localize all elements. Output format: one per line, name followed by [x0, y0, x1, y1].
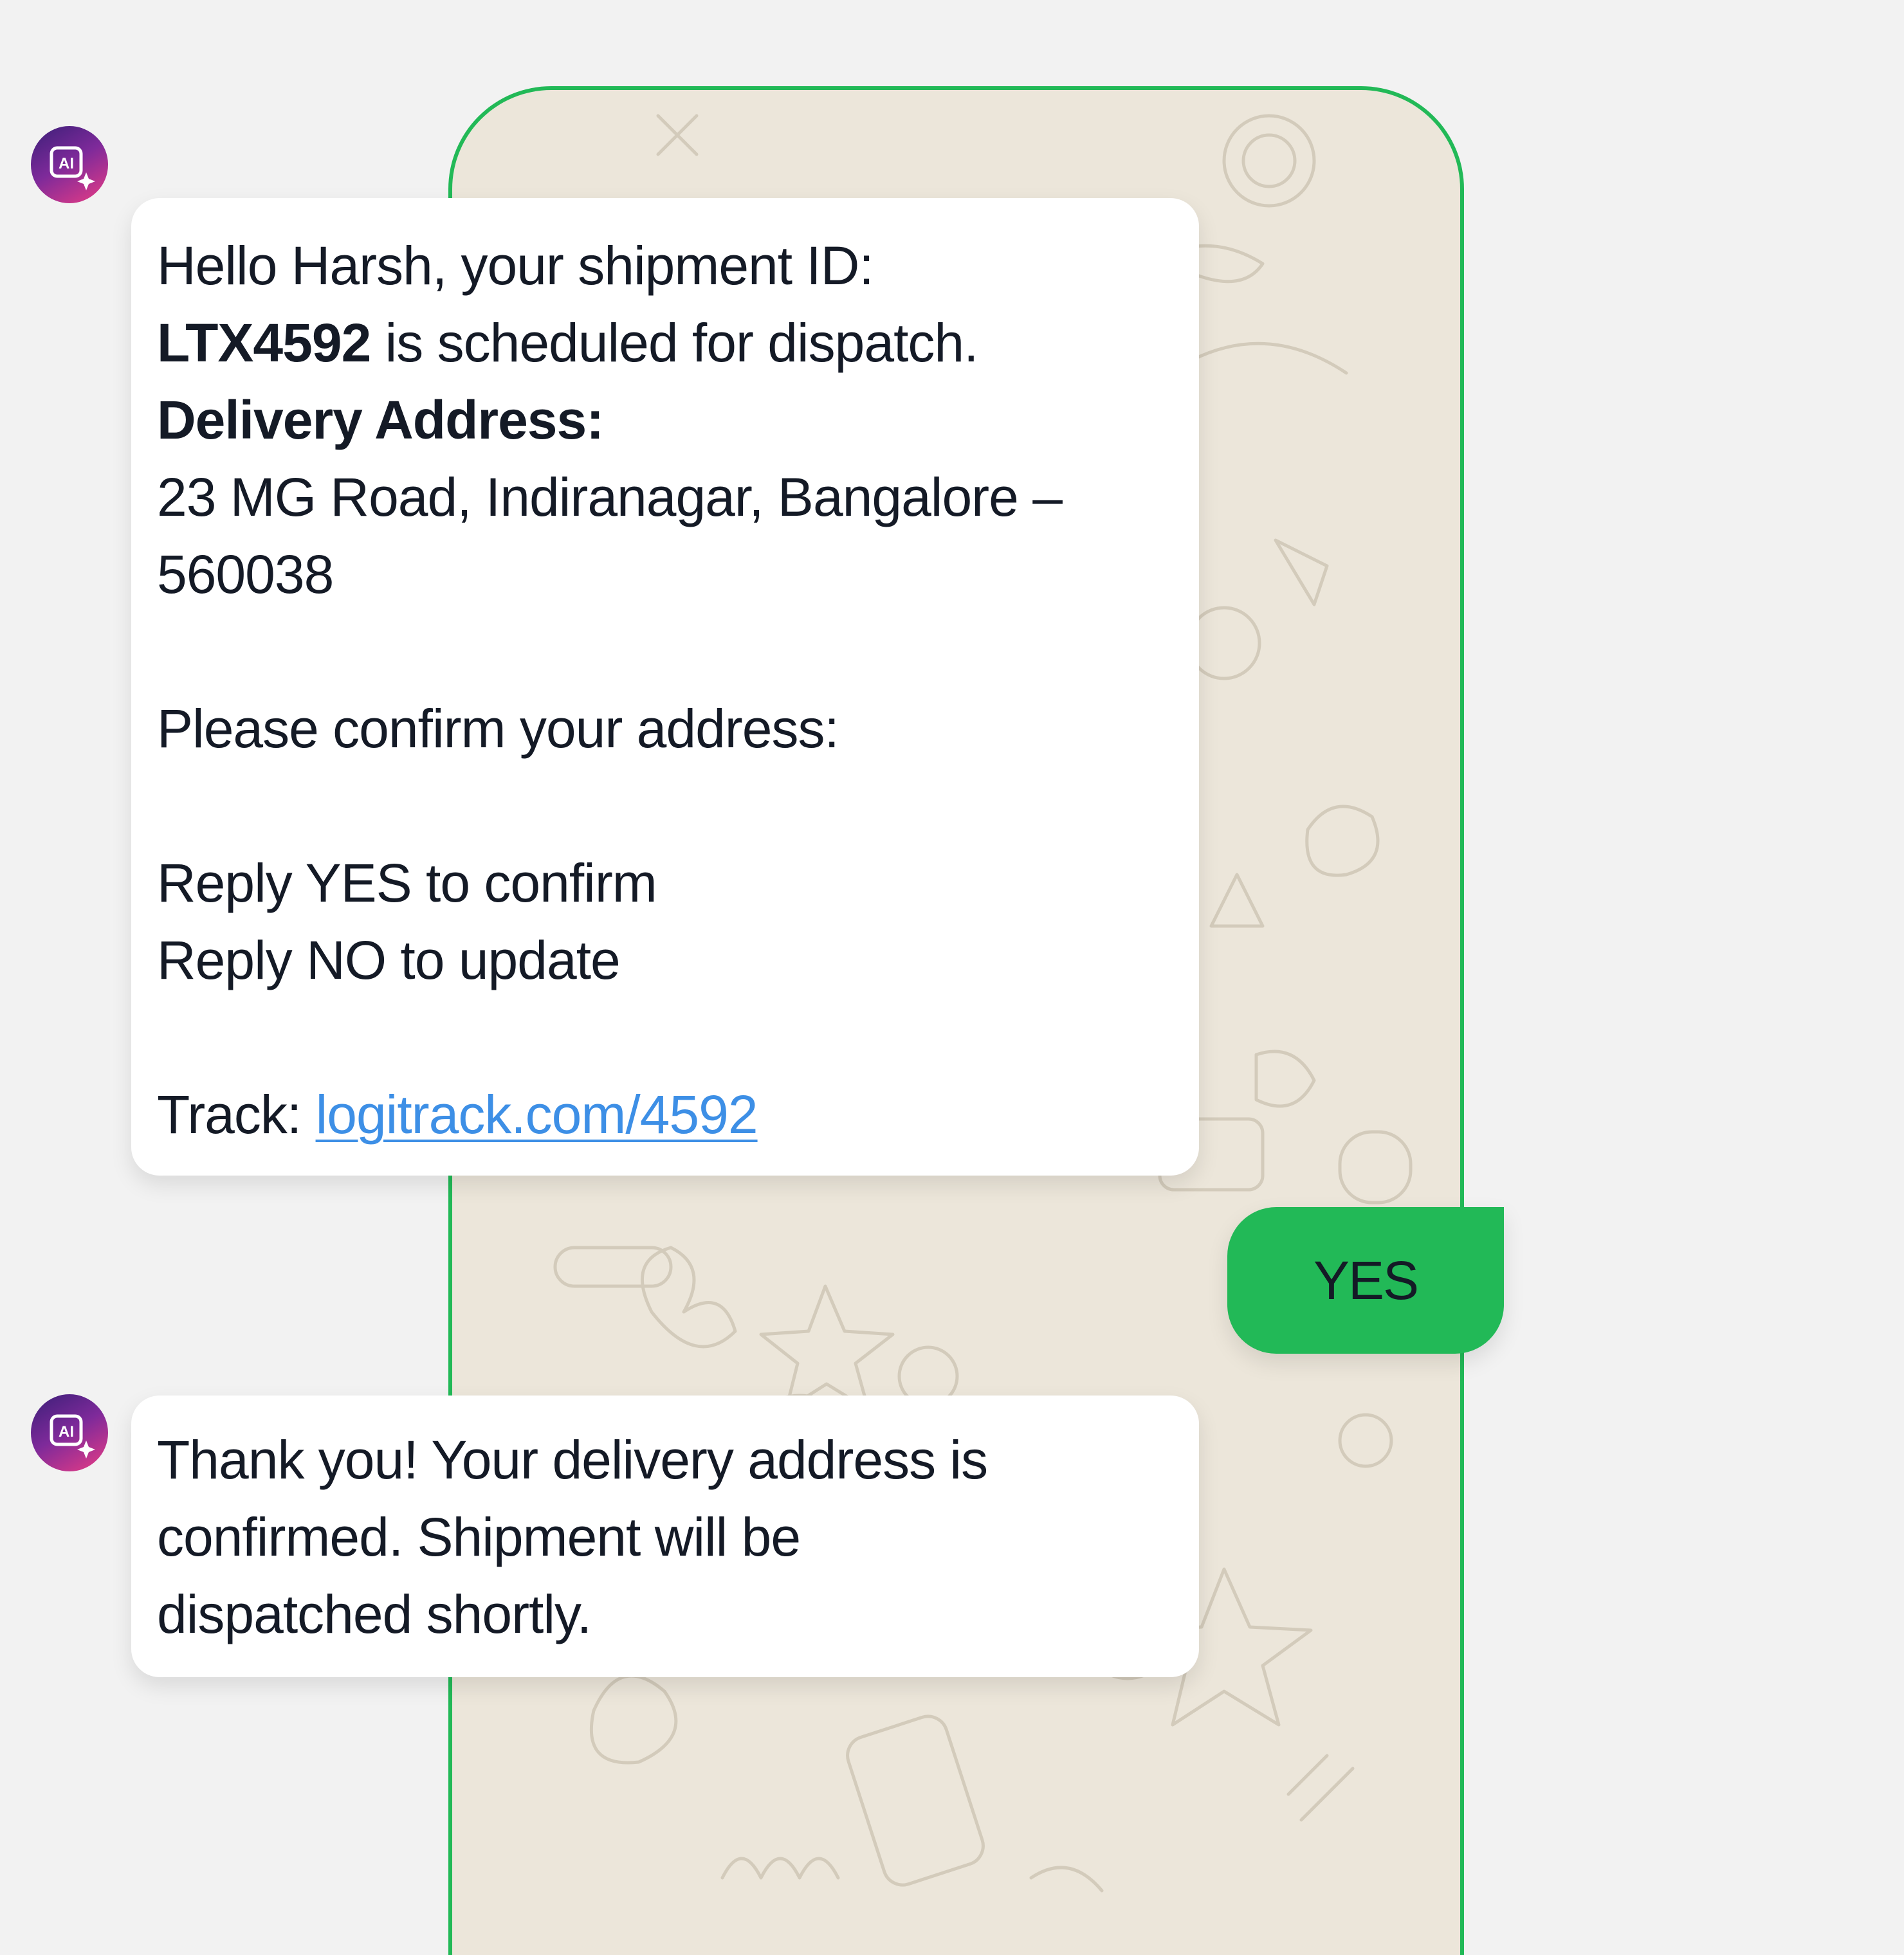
address-line: 23 MG Road, Indiranagar, Bangalore –	[157, 467, 1063, 527]
track-line: Track: logitrack.com/4592	[157, 1084, 758, 1145]
reply-no-instruction: Reply NO to update	[157, 930, 621, 990]
user-reply-bubble: YES	[1227, 1207, 1504, 1354]
bot-message-shipment: Hello Harsh, your shipment ID: LTX4592 i…	[131, 198, 1199, 1176]
message-line: Hello Harsh, your shipment ID:	[157, 235, 874, 296]
svg-text:AI: AI	[59, 1423, 74, 1441]
svg-text:AI: AI	[59, 155, 74, 172]
user-reply-text: YES	[1313, 1250, 1419, 1311]
tracking-link[interactable]: logitrack.com/4592	[316, 1084, 758, 1145]
ai-sparkle-icon: AI	[50, 146, 95, 190]
message-line: LTX4592 is scheduled for dispatch.	[157, 313, 979, 373]
address-heading: Delivery Address:	[157, 390, 604, 450]
message-line: Thank you! Your delivery address is	[157, 1430, 988, 1490]
confirm-prompt: Please confirm your address:	[157, 698, 839, 759]
bot-avatar: AI	[31, 1394, 108, 1471]
reply-yes-instruction: Reply YES to confirm	[157, 853, 657, 913]
ai-sparkle-icon: AI	[50, 1414, 95, 1459]
bot-message-confirmation: Thank you! Your delivery address is conf…	[131, 1396, 1199, 1677]
bot-avatar: AI	[31, 126, 108, 203]
message-line: dispatched shortly.	[157, 1584, 592, 1644]
address-line: 560038	[157, 544, 334, 605]
shipment-id: LTX4592	[157, 313, 371, 373]
message-line: confirmed. Shipment will be	[157, 1507, 801, 1567]
